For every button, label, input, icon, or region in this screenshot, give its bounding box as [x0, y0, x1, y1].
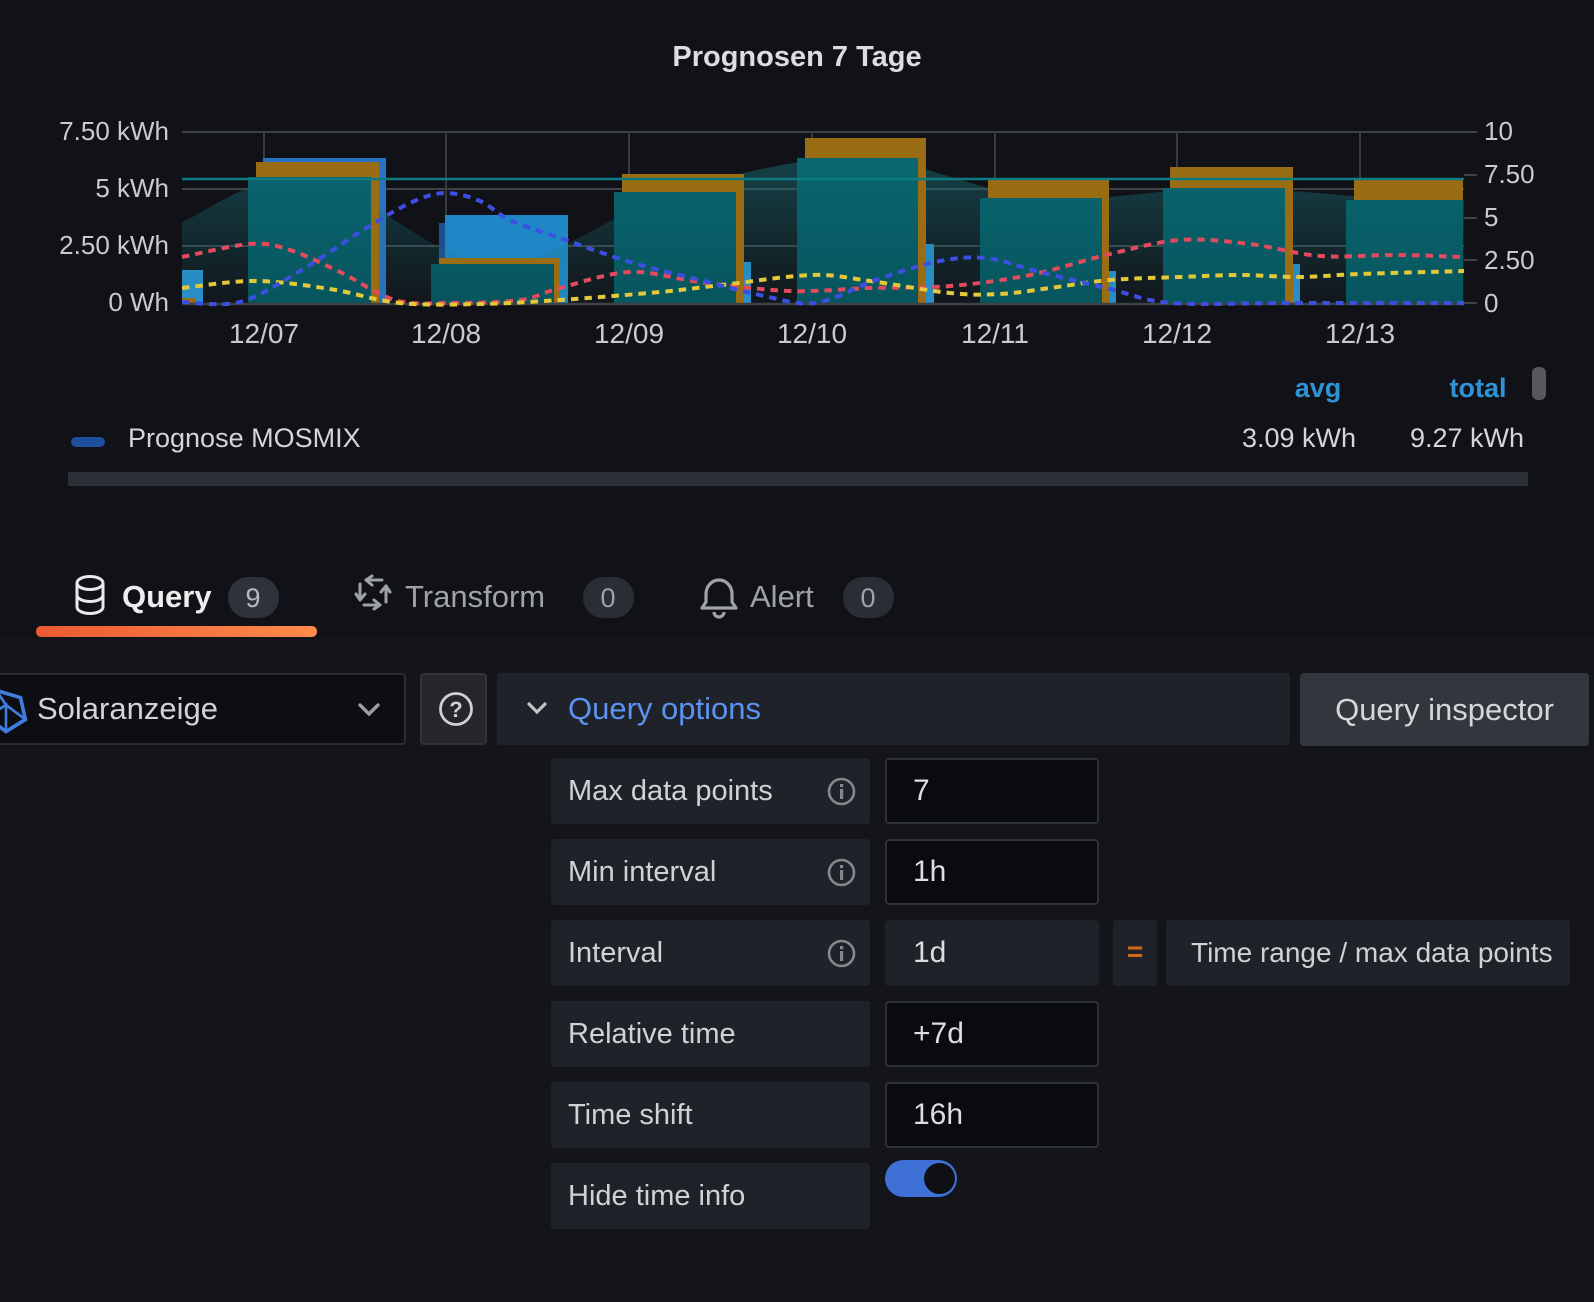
svg-text:0: 0	[860, 583, 875, 613]
svg-text:Query: Query	[122, 579, 212, 614]
svg-text:12/12: 12/12	[1142, 318, 1212, 349]
svg-text:avg: avg	[1295, 373, 1342, 403]
svg-text:7.50 kWh: 7.50 kWh	[59, 116, 169, 146]
svg-text:?: ?	[449, 697, 462, 722]
svg-text:5: 5	[1484, 202, 1498, 232]
svg-text:Transform: Transform	[405, 579, 545, 614]
svg-text:12/09: 12/09	[594, 318, 664, 349]
svg-text:3.09 kWh: 3.09 kWh	[1242, 423, 1356, 453]
svg-text:Alert: Alert	[750, 579, 814, 614]
svg-text:12/07: 12/07	[229, 318, 299, 349]
svg-text:2.50 kWh: 2.50 kWh	[59, 230, 169, 260]
svg-text:0: 0	[600, 583, 615, 613]
svg-text:10: 10	[1484, 116, 1513, 146]
svg-text:12/10: 12/10	[777, 318, 847, 349]
svg-text:Prognose MOSMIX: Prognose MOSMIX	[128, 423, 361, 453]
svg-text:12/13: 12/13	[1325, 318, 1395, 349]
svg-text:9: 9	[245, 583, 260, 613]
svg-text:5 kWh: 5 kWh	[95, 173, 169, 203]
svg-text:7.50: 7.50	[1484, 159, 1535, 189]
svg-text:12/11: 12/11	[961, 318, 1029, 349]
svg-text:2.50: 2.50	[1484, 245, 1535, 275]
svg-text:0 Wh: 0 Wh	[108, 287, 169, 317]
svg-text:12/08: 12/08	[411, 318, 481, 349]
svg-text:0: 0	[1484, 288, 1498, 318]
svg-text:total: total	[1450, 373, 1507, 403]
svg-text:9.27 kWh: 9.27 kWh	[1410, 423, 1524, 453]
svg-text:Prognosen 7 Tage: Prognosen 7 Tage	[672, 41, 921, 73]
